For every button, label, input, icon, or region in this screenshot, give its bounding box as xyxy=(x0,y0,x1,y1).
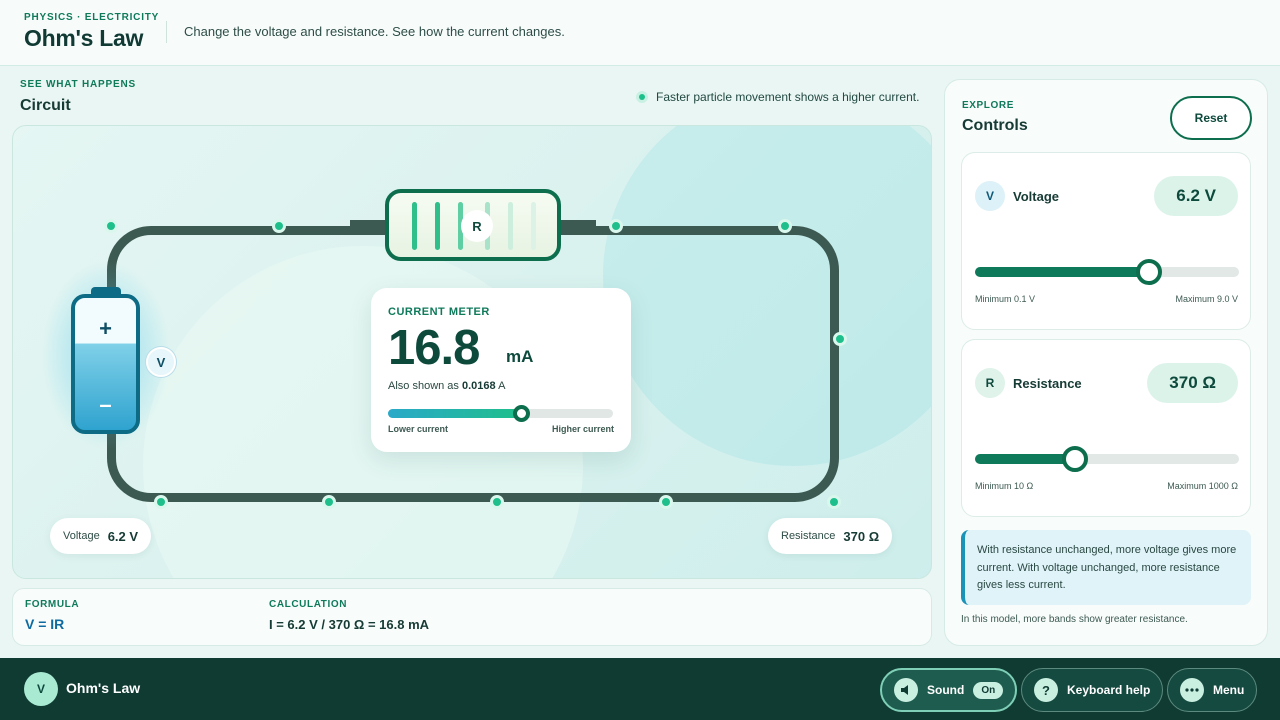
explanation-note: With resistance unchanged, more voltage … xyxy=(961,530,1251,605)
resistor-lead-left xyxy=(350,220,390,229)
voltage-max: Maximum 9.0 V xyxy=(1175,294,1238,304)
voltage-readout-label: Voltage xyxy=(63,530,100,542)
battery-minus-icon: – xyxy=(99,392,112,417)
current-particle xyxy=(272,219,286,233)
resistor-lead-right xyxy=(556,220,596,229)
voltage-badge: V xyxy=(975,181,1005,211)
meter-alt-unit: A xyxy=(498,380,506,392)
circuit-title: Circuit xyxy=(20,97,71,114)
sound-label: Sound xyxy=(927,683,965,697)
resistor-band xyxy=(435,202,440,250)
current-particle xyxy=(609,219,623,233)
resistance-readout-label: Resistance xyxy=(781,530,836,542)
voltage-min: Minimum 0.1 V xyxy=(975,294,1036,304)
current-particle xyxy=(659,495,673,509)
resistor-band xyxy=(508,202,513,250)
controls-panel: EXPLORE Controls Reset V Voltage 6.2 V M… xyxy=(944,79,1268,646)
header-divider xyxy=(166,21,167,43)
reset-button[interactable]: Reset xyxy=(1170,96,1252,140)
voltage-value: 6.2 V xyxy=(1154,176,1238,216)
sound-state: On xyxy=(973,681,1004,699)
resistance-slider[interactable] xyxy=(975,446,1239,472)
resistance-control: R Resistance 370 Ω Minimum 10 Ω Maximum … xyxy=(961,339,1251,517)
resistor-label: R xyxy=(461,210,493,242)
particle-hint: Faster particle movement shows a higher … xyxy=(636,90,919,104)
current-level-fill xyxy=(388,409,521,418)
battery-voltage-tag: V xyxy=(146,347,176,377)
speaker-icon xyxy=(894,678,918,702)
current-particle xyxy=(322,495,336,509)
resistor-band xyxy=(531,202,536,250)
current-particle xyxy=(154,495,168,509)
bottom-bar: V Ohm's Law Sound On ? Keyboard help Men… xyxy=(0,658,1280,720)
voltage-slider[interactable] xyxy=(975,259,1239,285)
particle-dot-icon xyxy=(636,91,648,103)
question-icon: ? xyxy=(1034,678,1058,702)
current-particle xyxy=(778,219,792,233)
particle-hint-text: Faster particle movement shows a higher … xyxy=(656,90,920,104)
calculation-text: I = 6.2 V / 370 Ω = 16.8 mA xyxy=(269,617,430,632)
resistance-max: Maximum 1000 Ω xyxy=(1167,481,1238,491)
meter-alt-value: Also shown as 0.0168 A xyxy=(388,380,505,392)
resistance-slider-thumb[interactable] xyxy=(1062,446,1089,472)
sound-toggle[interactable]: Sound On xyxy=(880,668,1018,712)
current-level-marker xyxy=(512,405,530,422)
resistor: R xyxy=(385,189,561,261)
battery: + – xyxy=(71,294,140,434)
keyboard-help-label: Keyboard help xyxy=(1067,683,1151,697)
current-particle xyxy=(833,332,847,346)
meter-value: 16.8 xyxy=(388,321,480,375)
dots-icon xyxy=(1180,678,1204,702)
meter-high-label: Higher current xyxy=(551,424,614,434)
keyboard-help-button[interactable]: ? Keyboard help xyxy=(1021,668,1164,712)
meter-alt-number: 0.0168 xyxy=(462,380,496,392)
formula-kicker: FORMULA xyxy=(25,599,80,610)
calculation-kicker: CALCULATION xyxy=(269,599,348,610)
current-meter: CURRENT METER 16.8 mA Also shown as 0.01… xyxy=(371,288,631,452)
current-particle xyxy=(104,219,118,233)
voltage-slider-fill xyxy=(975,267,1150,277)
resistance-slider-fill xyxy=(975,454,1076,464)
current-particle xyxy=(827,495,841,509)
formula-text: V = IR xyxy=(25,616,65,632)
resistance-badge: R xyxy=(975,368,1005,398)
controls-kicker: EXPLORE xyxy=(962,100,1014,111)
current-particle xyxy=(490,495,504,509)
formula-panel: FORMULA V = IR CALCULATION I = 6.2 V / 3… xyxy=(12,588,932,646)
resistance-value: 370 Ω xyxy=(1147,363,1238,403)
menu-button[interactable]: Menu xyxy=(1167,668,1258,712)
battery-plus-icon: + xyxy=(99,316,112,341)
resistance-min: Minimum 10 Ω xyxy=(975,481,1034,491)
resistance-label: Resistance xyxy=(1013,376,1082,391)
resistor-band xyxy=(412,202,417,250)
app-name: Ohm's Law xyxy=(66,680,141,696)
meter-low-label: Lower current xyxy=(388,424,449,434)
app-header: PHYSICS · ELECTRICITY Ohm's Law Change t… xyxy=(0,0,1280,66)
voltage-control: V Voltage 6.2 V Minimum 0.1 V Maximum 9.… xyxy=(961,152,1251,330)
menu-label: Menu xyxy=(1213,683,1245,697)
voltage-label: Voltage xyxy=(1013,189,1059,204)
app-avatar: V xyxy=(24,672,58,706)
voltage-slider-thumb[interactable] xyxy=(1136,259,1163,285)
subject-kicker: PHYSICS · ELECTRICITY xyxy=(24,12,160,23)
circuit-kicker: SEE WHAT HAPPENS xyxy=(20,79,136,90)
circuit-stage: R + – V CURRENT METER 16.8 mA Also shown… xyxy=(12,125,932,579)
page-title: Ohm's Law xyxy=(24,25,144,51)
meter-alt-prefix: Also shown as xyxy=(388,380,459,392)
meter-unit: mA xyxy=(506,347,534,366)
current-level-track xyxy=(388,405,613,422)
resistance-readout: Resistance 370 Ω xyxy=(768,518,893,554)
controls-title: Controls xyxy=(962,117,1028,134)
voltage-readout: Voltage 6.2 V xyxy=(50,518,152,554)
resistance-readout-value: 370 Ω xyxy=(843,528,880,544)
bands-footnote: In this model, more bands show greater r… xyxy=(961,614,1188,625)
voltage-readout-value: 6.2 V xyxy=(107,528,139,544)
meter-kicker: CURRENT METER xyxy=(388,306,490,318)
page-subtitle: Change the voltage and resistance. See h… xyxy=(184,24,565,39)
